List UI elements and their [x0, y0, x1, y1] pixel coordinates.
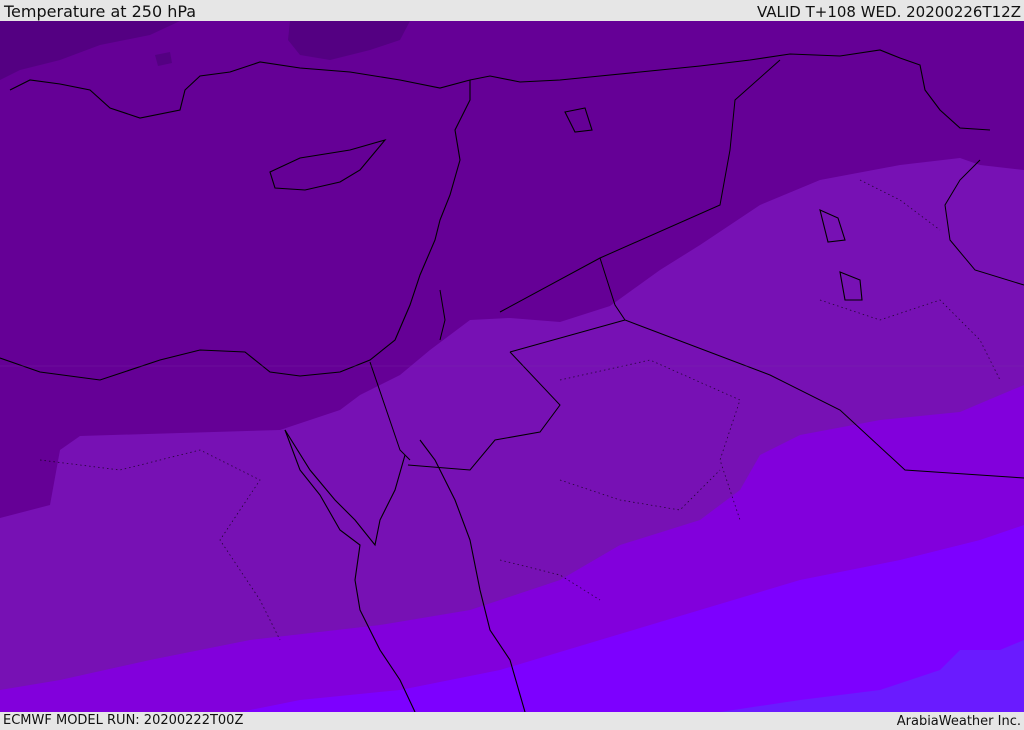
map-footer: ECMWF MODEL RUN: 20200222T00Z ArabiaWeat… — [0, 712, 1024, 729]
map-header: Temperature at 250 hPa VALID T+108 WED. … — [0, 0, 1024, 21]
valid-time: VALID T+108 WED. 20200226T12Z — [756, 3, 1021, 21]
temperature-map — [0, 21, 1024, 712]
credit-text: ArabiaWeather Inc. — [896, 714, 1021, 729]
map-canvas — [0, 21, 1024, 712]
map-title: Temperature at 250 hPa — [4, 2, 197, 21]
weather-map-frame: Temperature at 250 hPa VALID T+108 WED. … — [0, 0, 1024, 729]
model-run: ECMWF MODEL RUN: 20200222T00Z — [3, 713, 244, 728]
